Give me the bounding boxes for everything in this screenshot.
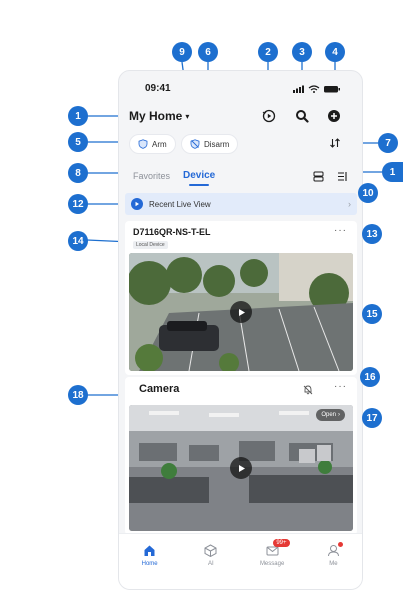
callout-10: 10 [358, 183, 378, 203]
home-title: My Home [129, 109, 183, 123]
search-icon[interactable] [295, 109, 309, 123]
phone-screen: 09:41 My Home ▾ Arm Disarm Favorites Dev… [118, 70, 363, 590]
shield-off-icon [190, 139, 200, 149]
more-options-icon[interactable]: ··· [334, 381, 347, 392]
chevron-right-icon: › [348, 199, 351, 209]
play-circle-icon [131, 198, 143, 210]
nav-home[interactable]: Home [119, 534, 180, 589]
camera-preview[interactable]: Open › [129, 405, 353, 531]
callout-11: 1 [382, 162, 403, 182]
callout-1: 1 [68, 106, 88, 126]
callout-8: 8 [68, 163, 88, 183]
tab-favorites[interactable]: Favorites [133, 171, 170, 181]
recent-live-view-label: Recent Live View [149, 199, 211, 209]
status-icons [293, 85, 340, 93]
callout-12: 12 [68, 194, 88, 214]
callout-9: 9 [172, 42, 192, 62]
callout-3: 3 [292, 42, 312, 62]
callout-16: 16 [360, 367, 380, 387]
open-button[interactable]: Open › [316, 409, 345, 421]
list-view-icon[interactable] [313, 171, 324, 182]
callout-5: 5 [68, 132, 88, 152]
callout-6: 6 [198, 42, 218, 62]
open-label: Open [321, 412, 336, 418]
device-card[interactable]: D7116QR-NS-T-EL Local Device ··· [125, 221, 357, 375]
bell-off-icon[interactable] [303, 385, 313, 395]
callout-4: 4 [325, 42, 345, 62]
video-preview[interactable] [129, 253, 353, 371]
more-options-icon[interactable]: ··· [334, 225, 347, 236]
device-name: D7116QR-NS-T-EL [133, 227, 211, 237]
disarm-label: Disarm [204, 139, 230, 149]
callout-14: 14 [68, 231, 88, 251]
notification-dot [338, 542, 344, 547]
callout-13: 13 [362, 224, 382, 244]
camera-title: Camera [139, 383, 180, 395]
callout-15: 15 [362, 304, 382, 324]
play-icon[interactable] [230, 457, 252, 479]
sort-icon[interactable] [329, 137, 341, 149]
add-icon[interactable] [327, 109, 341, 123]
playback-icon[interactable] [262, 109, 276, 123]
callout-18: 18 [68, 385, 88, 405]
arm-button[interactable]: Arm [129, 134, 176, 154]
play-icon[interactable] [230, 301, 252, 323]
camera-card[interactable]: Camera ··· Open › [125, 377, 357, 535]
status-time: 09:41 [145, 83, 171, 94]
chevron-right-icon: › [338, 412, 340, 418]
nav-home-label: Home [141, 561, 158, 567]
local-device-badge: Local Device [133, 241, 168, 249]
home-selector[interactable]: My Home ▾ [129, 109, 189, 123]
nav-me-label: Me [329, 561, 338, 567]
caret-down-icon: ▾ [185, 111, 190, 121]
nav-message-label: Message [259, 561, 285, 567]
nav-ai[interactable]: AI [180, 534, 241, 589]
tab-indicator [189, 184, 209, 186]
recent-live-view-bar[interactable]: Recent Live View › [125, 193, 357, 215]
nav-ai-label: AI [208, 561, 214, 567]
disarm-button[interactable]: Disarm [181, 134, 239, 154]
callout-7: 7 [378, 133, 398, 153]
nav-me[interactable]: Me [303, 534, 362, 589]
filter-list-icon[interactable] [337, 171, 348, 182]
nav-message[interactable]: 99+ Message [242, 534, 303, 589]
callout-17: 17 [362, 408, 382, 428]
bottom-nav: Home AI 99+ Message Me [119, 533, 362, 589]
callout-2: 2 [258, 42, 278, 62]
message-count-badge: 99+ [273, 539, 290, 547]
shield-icon [138, 139, 148, 149]
cube-icon [204, 544, 217, 557]
home-icon [144, 545, 155, 556]
arm-label: Arm [152, 139, 167, 149]
tab-device[interactable]: Device [183, 170, 215, 181]
